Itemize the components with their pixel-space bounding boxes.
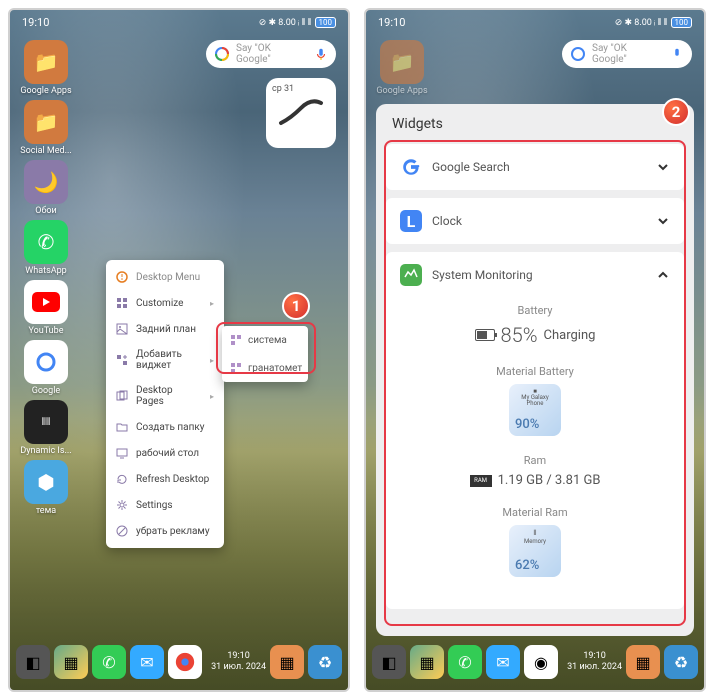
- phone-right: 19:10 ⊘ ✱ 8.00 ᵢ ⫴ ⫴100 Say "OK Google" …: [364, 8, 706, 692]
- menu-background[interactable]: Задний план: [106, 316, 224, 342]
- weather-widget[interactable]: ср 31: [266, 78, 336, 148]
- dock-messages[interactable]: ✉: [130, 645, 164, 679]
- callout-1: [216, 322, 316, 374]
- google-logo-icon: [214, 46, 230, 62]
- google-search-widget[interactable]: Say "OK Google": [562, 40, 692, 68]
- dock-apps[interactable]: ▦: [270, 645, 304, 679]
- menu-title: Desktop Menu: [106, 264, 224, 290]
- mic-icon[interactable]: [314, 47, 328, 61]
- menu-customize[interactable]: Customize▸: [106, 290, 224, 316]
- app-tema[interactable]: ⬢тема: [18, 460, 74, 516]
- app-dynamic[interactable]: ⫴⫴Dynamic Is...: [18, 400, 74, 456]
- menu-remove-ads[interactable]: убрать рекламу: [106, 518, 224, 544]
- phone-left: 19:10 ⊘ ✱ 8.00 ᵢ ⫴ ⫴ 100 Say "OK Google"…: [8, 8, 350, 692]
- mic-icon: [670, 47, 684, 61]
- dock: ◧ ▦ ✆ ✉ 19:1031 июл. 2024 ▦ ♻: [16, 640, 342, 684]
- status-time: 19:10: [22, 16, 49, 29]
- callout-2: [384, 140, 686, 626]
- badge-1: 1: [282, 292, 310, 320]
- dock-chrome[interactable]: [168, 645, 202, 679]
- app-youtube[interactable]: YouTube: [18, 280, 74, 336]
- app-whatsapp[interactable]: ✆WhatsApp: [18, 220, 74, 276]
- app-social[interactable]: 📁Social Med...: [18, 100, 74, 156]
- dock-app1[interactable]: ◧: [16, 645, 50, 679]
- search-placeholder: Say "OK Google": [236, 43, 308, 65]
- widgets-title: Widgets: [376, 104, 694, 144]
- dock-phone[interactable]: ✆: [92, 645, 126, 679]
- status-icons-right: ⊘ ✱ 8.00 ᵢ ⫴ ⫴ 100: [259, 17, 336, 28]
- status-bar: 19:10 ⊘ ✱ 8.00 ᵢ ⫴ ⫴100: [366, 10, 704, 34]
- badge-2: 2: [662, 98, 690, 126]
- app-google[interactable]: Google: [18, 340, 74, 396]
- menu-settings[interactable]: Settings: [106, 492, 224, 518]
- menu-create-folder[interactable]: Создать папку: [106, 414, 224, 440]
- battery-icon: 100: [315, 17, 337, 28]
- dock-clock: 19:1031 июл. 2024: [211, 651, 266, 673]
- menu-desktop[interactable]: рабочий стол: [106, 440, 224, 466]
- app-oboi[interactable]: 🌙Обои: [18, 160, 74, 216]
- menu-desktop-pages[interactable]: Desktop Pages▸: [106, 378, 224, 414]
- status-bar: 19:10 ⊘ ✱ 8.00 ᵢ ⫴ ⫴ 100: [10, 10, 348, 34]
- menu-refresh[interactable]: Refresh Desktop: [106, 466, 224, 492]
- menu-add-widget[interactable]: Добавить виджет▸: [106, 342, 224, 378]
- home-icons-column: 📁Google Apps 📁Social Med... 🌙Обои ✆Whats…: [18, 40, 74, 520]
- google-logo-icon: [570, 46, 586, 62]
- dock-app2[interactable]: ▦: [54, 645, 88, 679]
- desktop-context-menu: Desktop Menu Customize▸ Задний план Доба…: [106, 260, 224, 548]
- dock-recycle[interactable]: ♻: [308, 645, 342, 679]
- google-search-widget[interactable]: Say "OK Google": [206, 40, 336, 68]
- app-google-apps[interactable]: 📁Google Apps: [18, 40, 74, 96]
- dock: ◧ ▦ ✆ ✉ ◉ 19:1031 июл. 2024 ▦ ♻: [372, 640, 698, 684]
